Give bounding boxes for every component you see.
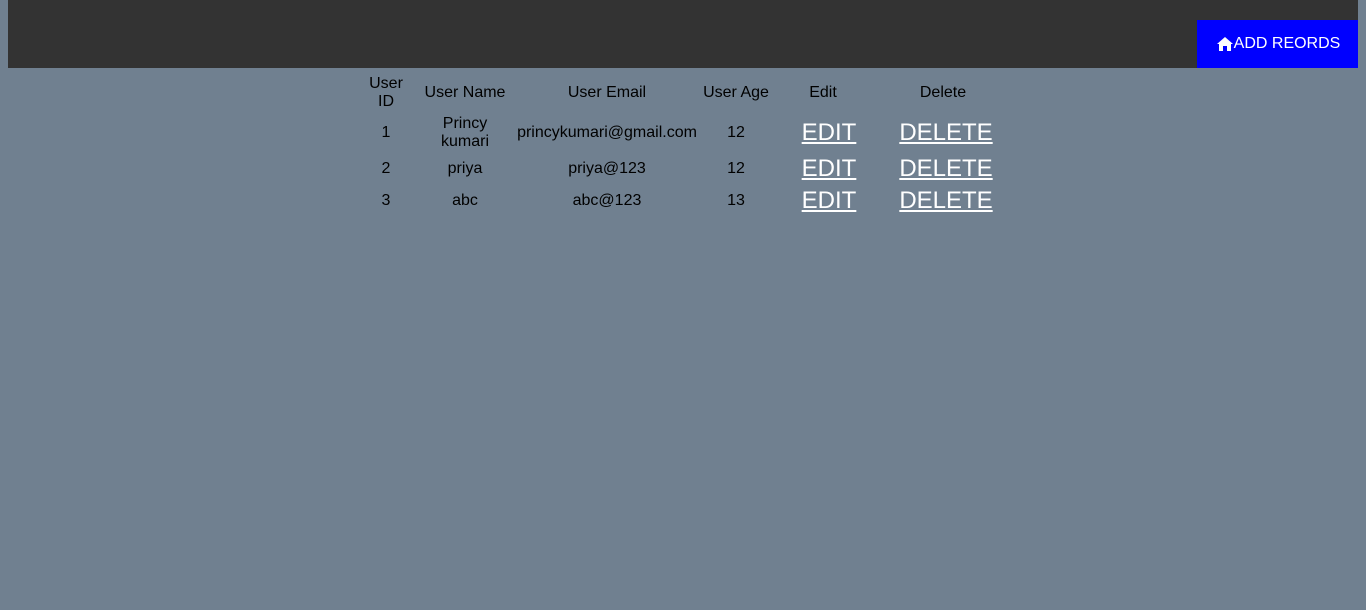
table-row: 1 Princy kumari princykumari@gmail.com 1… (358, 114, 1012, 152)
edit-link[interactable]: EDIT (802, 187, 857, 214)
users-table: User ID User Name User Email User Age Ed… (356, 72, 1014, 218)
cell-user-email: princykumari@gmail.com (517, 124, 697, 141)
cell-user-age: 12 (727, 124, 745, 141)
cell-user-id: 3 (381, 192, 391, 209)
table-header-row: User ID User Name User Email User Age Ed… (358, 74, 1012, 112)
delete-link[interactable]: DELETE (899, 187, 992, 214)
cell-user-name: priya (447, 160, 483, 177)
cell-user-email: priya@123 (568, 160, 646, 177)
cell-user-id: 1 (381, 124, 391, 141)
cell-user-age: 12 (727, 160, 745, 177)
cell-delete: DELETE (874, 154, 1012, 184)
edit-link[interactable]: EDIT (802, 155, 857, 182)
header-edit: Edit (809, 84, 837, 101)
header-user-name: User Name (424, 84, 506, 101)
delete-link[interactable]: DELETE (899, 155, 992, 182)
cell-user-name: abc (452, 192, 478, 209)
cell-delete: DELETE (874, 186, 1012, 216)
cell-edit: EDIT (774, 186, 872, 216)
header-user-id: User ID (369, 75, 403, 110)
delete-link[interactable]: DELETE (899, 119, 992, 146)
cell-user-email: abc@123 (572, 192, 642, 209)
cell-user-id: 2 (381, 160, 391, 177)
cell-delete: DELETE (874, 114, 1012, 152)
top-nav-bar: ADD REORDS (8, 0, 1358, 68)
header-delete: Delete (919, 84, 967, 101)
cell-edit: EDIT (774, 154, 872, 184)
cell-user-age: 13 (727, 192, 745, 209)
add-records-button[interactable]: ADD REORDS (1197, 20, 1358, 68)
add-records-label: ADD REORDS (1233, 35, 1341, 52)
header-user-age: User Age (703, 84, 769, 101)
cell-edit: EDIT (774, 114, 872, 152)
cell-user-name: Princy kumari (440, 115, 489, 150)
edit-link[interactable]: EDIT (802, 119, 857, 146)
header-user-email: User Email (567, 84, 647, 101)
home-icon (1216, 37, 1233, 51)
table-row: 3 abc abc@123 13 EDIT DELETE (358, 186, 1012, 216)
table-row: 2 priya priya@123 12 EDIT DELETE (358, 154, 1012, 184)
